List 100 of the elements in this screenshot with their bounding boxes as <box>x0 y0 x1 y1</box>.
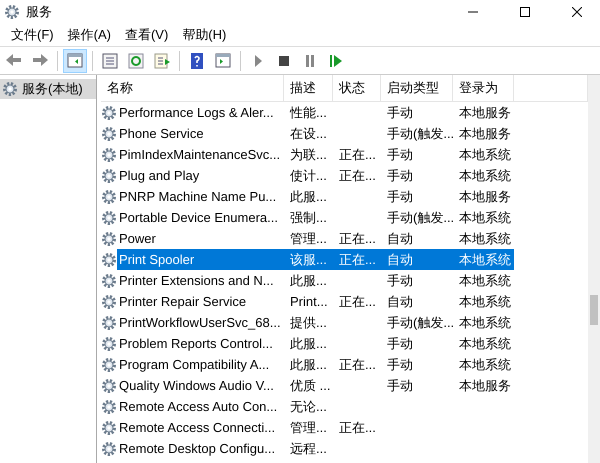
table-cell-text: 本地服务 <box>458 376 512 394</box>
pane-toggle-icon <box>65 50 85 70</box>
pane-icon <box>213 50 233 70</box>
table-cell-text: Remote Access Auto Con... <box>118 398 278 416</box>
table-cell-text: 自动 <box>386 230 414 248</box>
toolbar-button[interactable] <box>63 48 87 72</box>
menu-item[interactable]: 查看(V) <box>118 26 176 44</box>
table-cell-text: 此服... <box>289 272 328 290</box>
table-cell-text: 手动(触发... <box>386 314 453 332</box>
table-cell-text: PrintWorkflowUserSvc_68... <box>118 314 282 332</box>
gear-icon <box>4 4 20 20</box>
table-cell-text: 提供... <box>289 314 328 332</box>
table-row[interactable]: PimIndexMaintenanceSvc... 为联... 正在... 手动 本地系统 <box>101 144 588 165</box>
menu-item[interactable]: 操作(A) <box>60 26 118 44</box>
table-cell-text: 此服... <box>289 334 328 352</box>
gear-icon <box>101 378 117 394</box>
gear-icon <box>101 252 117 268</box>
gear-icon <box>2 81 18 97</box>
scrollbar-thumb[interactable] <box>590 295 598 325</box>
gear-icon <box>101 210 117 226</box>
table-cell-text: 手动(触发... <box>386 208 453 227</box>
table-cell-text: 远程... <box>289 440 328 458</box>
table-cell-text: 本地系统 <box>458 272 512 290</box>
table-row[interactable]: Performance Logs & Aler... 性能... 手动 本地服务 <box>101 102 588 123</box>
table-row[interactable]: Remote Access Connecti... 管理... 正在... <box>101 417 588 438</box>
table-cell-text: Phone Service <box>118 125 205 143</box>
table-cell-text: Printer Extensions and N... <box>118 272 275 290</box>
table-cell-text: 本地服务 <box>458 104 512 122</box>
tree-item[interactable]: 服务(本地) <box>0 79 96 99</box>
table-cell-text: Performance Logs & Aler... <box>118 104 275 122</box>
gear-icon <box>101 188 117 204</box>
table-cell-text: 手动 <box>386 376 414 394</box>
table-cell-text: Plug and Play <box>118 167 200 185</box>
table-cell-text: 本地系统 <box>458 334 512 352</box>
gear-icon <box>101 104 117 120</box>
table-cell-text: 手动 <box>386 146 414 164</box>
window-title: 服务 <box>26 3 53 21</box>
table-row[interactable]: Remote Access Auto Con... 无论... <box>101 396 588 417</box>
gear-icon <box>101 230 117 246</box>
table-cell-text: 本地服务 <box>458 188 512 206</box>
table-cell-text: Problem Reports Control... <box>118 335 274 353</box>
table-row[interactable]: Power 管理... 正在... 自动 本地系统 <box>101 228 588 249</box>
table-cell-text: 管理... <box>289 230 328 248</box>
table-cell-text: 在设... <box>289 124 328 142</box>
table-cell-text: 强制... <box>289 208 328 226</box>
table-cell-text: 自动 <box>386 292 414 310</box>
gear-icon <box>101 146 117 162</box>
table-row[interactable]: PrintWorkflowUserSvc_68... 提供... 手动(触发... 本地系统 <box>101 312 588 333</box>
table-cell: 正在... <box>333 249 381 270</box>
table-cell-text: 本地服务 <box>458 124 512 142</box>
table-cell-text: Program Compatibility A... <box>118 356 270 374</box>
table-cell-text: 正在... <box>338 292 377 310</box>
gear-icon <box>101 294 117 310</box>
table-cell-text: 本地系统 <box>458 208 512 226</box>
gear-icon <box>101 126 117 142</box>
table-cell-text: 本地系统 <box>458 314 512 332</box>
table-row[interactable]: Remote Desktop Configu... 远程... <box>101 438 588 459</box>
menu-item[interactable]: 帮助(H) <box>175 26 234 44</box>
table-cell: 该服... <box>284 249 333 270</box>
table-row[interactable]: Printer Extensions and N... 此服... 手动 本地系统 <box>101 270 588 291</box>
table-cell: 本地系统 <box>453 249 514 270</box>
gear-icon <box>101 440 117 456</box>
table-row[interactable]: Quality Windows Audio V... 优质 ... 手动 本地服务 <box>101 375 588 396</box>
table-row[interactable]: Phone Service 在设... 手动(触发... 本地服务 <box>101 123 588 144</box>
table-cell-text: Remote Access Connecti... <box>118 419 276 437</box>
table-cell-text: PNRP Machine Name Pu... <box>118 188 278 206</box>
table-row[interactable]: Printer Repair Service Print... 正在... 自动 本地系统 <box>101 291 588 312</box>
table-cell-text: 手动 <box>386 334 414 352</box>
table-cell-text: 本地系统 <box>458 292 512 310</box>
table-row[interactable]: Print Spooler 该服... 正在... 自动 本地系统 <box>101 249 588 270</box>
table-cell-text: 为联... <box>289 146 328 164</box>
table-cell-text: 手动 <box>386 104 414 122</box>
table-cell-text: 此服... <box>289 356 328 374</box>
scrollbar[interactable] <box>588 75 600 463</box>
table-cell-text: 手动 <box>386 356 414 374</box>
column-header[interactable]: 启动类型 <box>381 75 453 101</box>
column-header[interactable]: 名称 <box>101 75 284 101</box>
table-cell-text: 手动 <box>386 166 414 184</box>
gear-icon <box>101 420 117 436</box>
table-row[interactable]: Portable Device Enumera... 强制... 手动(触发... 本地系统 <box>101 207 588 228</box>
column-header[interactable]: 状态 <box>333 75 381 101</box>
table-row[interactable]: Program Compatibility A... 此服... 正在... 手动 本地系统 <box>101 354 588 375</box>
table-row[interactable]: Plug and Play 使计... 正在... 手动 本地系统 <box>101 165 588 186</box>
gear-icon <box>101 336 117 352</box>
gear-icon <box>101 314 117 330</box>
table-cell-text: Quality Windows Audio V... <box>118 377 275 395</box>
table-row[interactable]: PNRP Machine Name Pu... 此服... 手动 本地服务 <box>101 186 588 207</box>
column-header[interactable]: 描述 <box>284 75 333 101</box>
table-cell-text: 手动(触发... <box>386 124 453 143</box>
menu-item[interactable]: 文件(F) <box>4 26 61 44</box>
table-row[interactable]: Problem Reports Control... 此服... 手动 本地系统 <box>101 333 588 354</box>
gear-icon <box>101 168 117 184</box>
tree-item-label: 服务(本地) <box>22 80 83 98</box>
table-cell-text: 手动 <box>386 272 414 290</box>
table-cell-text: 正在... <box>338 356 377 374</box>
column-header[interactable]: 登录为 <box>453 75 514 101</box>
table-cell-text: 正在... <box>338 166 377 184</box>
table-cell-text: 管理... <box>289 418 328 436</box>
table-cell-text: 性能... <box>288 104 328 122</box>
table-cell-text: PimIndexMaintenanceSvc... <box>118 146 282 164</box>
